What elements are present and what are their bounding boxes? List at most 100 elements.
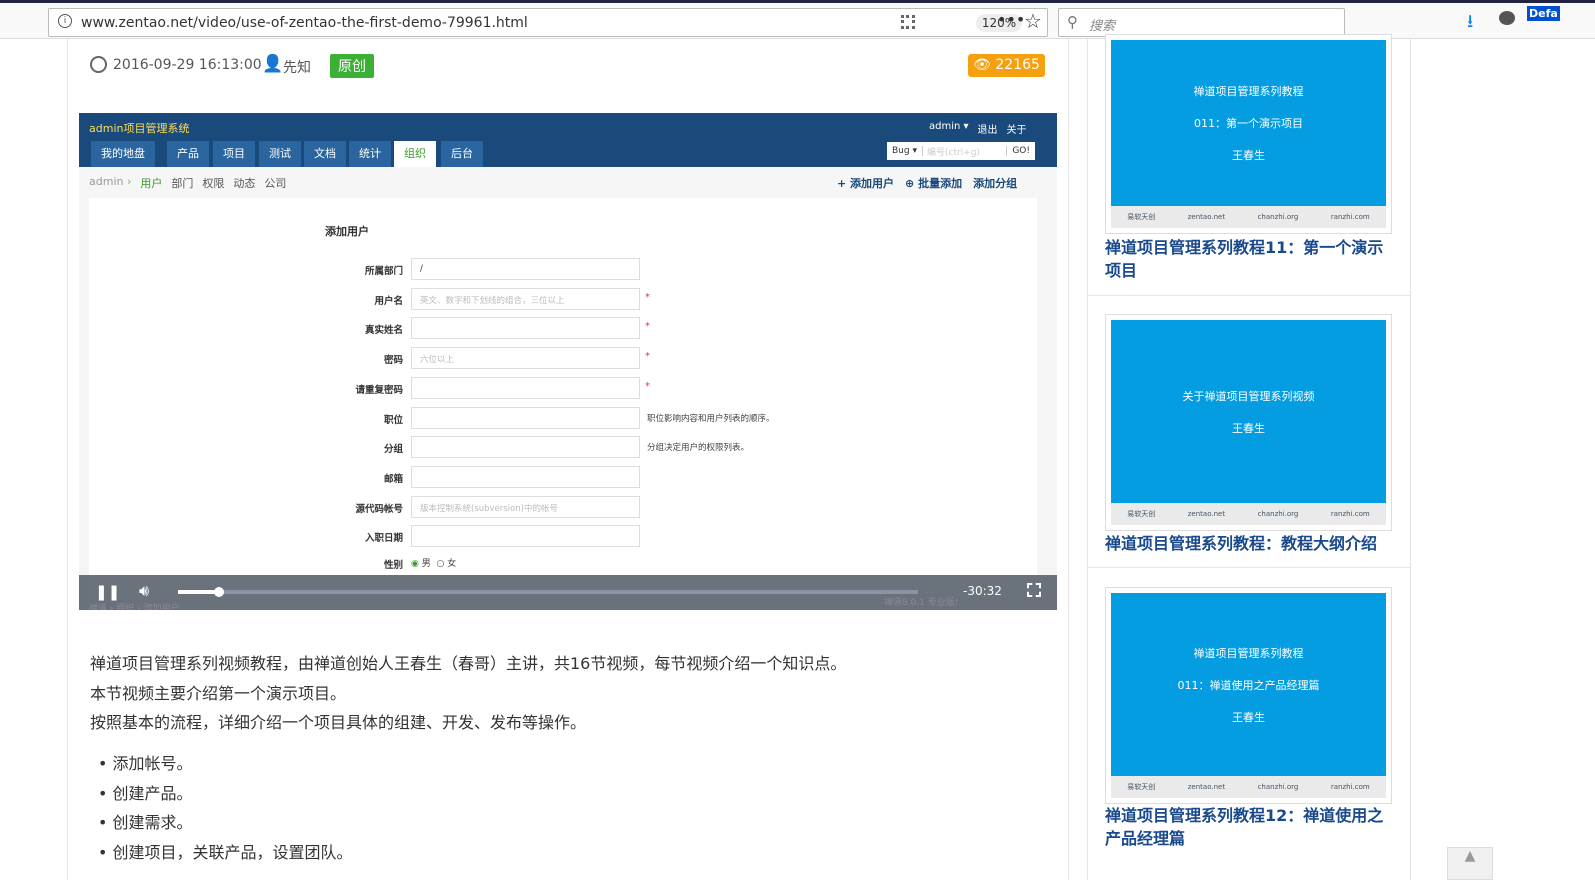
input-text: / bbox=[420, 264, 423, 274]
field-label: 源代码帐号 bbox=[355, 503, 403, 515]
radio-female-icon: ○ bbox=[436, 559, 445, 569]
zt-search-go: GO! bbox=[1006, 146, 1035, 156]
thumb-footer-logo: zentao.net bbox=[1187, 510, 1226, 518]
crumb-dynamic: 动态 bbox=[233, 177, 256, 190]
radio-male-icon: ◉ bbox=[411, 559, 419, 569]
crumb-users: 用户 bbox=[140, 177, 163, 190]
field-hint: 职位影响内容和用户列表的顺序。 bbox=[647, 413, 775, 424]
related-video-title[interactable]: 禅道项目管理系列教程：教程大纲介绍 bbox=[1105, 532, 1395, 555]
field-label: 真实姓名 bbox=[364, 325, 403, 337]
more-icon[interactable]: ••• bbox=[997, 10, 1025, 29]
thumb-footer-logo: ranzhi.com bbox=[1330, 510, 1370, 518]
input-text: 英文、数字和下划线的组合，三位以上 bbox=[420, 295, 565, 306]
thumb-text: 禅道项目管理系列教程 bbox=[1193, 85, 1304, 98]
list-item: • 创建需求。 bbox=[98, 813, 193, 832]
divider bbox=[1410, 39, 1411, 880]
chat-icon[interactable] bbox=[1499, 11, 1515, 25]
list-item: • 添加帐号。 bbox=[98, 754, 193, 773]
form-input: 六位以上 bbox=[411, 347, 640, 370]
fullscreen-icon[interactable] bbox=[1027, 583, 1041, 597]
field-label: 入职日期 bbox=[364, 533, 403, 545]
field-label: 用户名 bbox=[374, 295, 403, 307]
video-thumbnail[interactable]: 关于禅道项目管理系列视频 王春生易软天创 zentao.net chanzhi.org… bbox=[1105, 314, 1392, 531]
thumb-footer-logo: chanzhi.org bbox=[1257, 510, 1299, 518]
zt-search: Bug ▾ 编号(ctrl+g) GO! bbox=[887, 142, 1035, 160]
divider bbox=[67, 39, 68, 880]
form-input: / bbox=[411, 258, 640, 280]
article-paragraph: 禅道项目管理系列视频教程，由禅道创始人王春生（春哥）主讲，共16节视频，每节视频… bbox=[90, 654, 847, 673]
progress-handle[interactable] bbox=[213, 587, 224, 597]
form-input: 英文、数字和下划线的组合，三位以上 bbox=[411, 287, 640, 310]
zt-tab-product: 产品 bbox=[167, 141, 210, 167]
thumb-text: 王春生 bbox=[1232, 421, 1265, 435]
field-label: 请重复密码 bbox=[355, 384, 403, 396]
zt-search-type: Bug ▾ bbox=[887, 146, 923, 156]
thumb-footer-logo: 易软天创 bbox=[1127, 510, 1156, 518]
thumb-text: 王春生 bbox=[1232, 149, 1265, 162]
article-paragraph: 本节视频主要介绍第一个演示项目。 bbox=[90, 684, 347, 703]
field-label: 密码 bbox=[383, 355, 403, 367]
search-placeholder: 搜索 bbox=[1089, 19, 1116, 34]
input-text: 六位以上 bbox=[420, 355, 455, 366]
user-icon: 👤 bbox=[262, 54, 284, 74]
thumb-footer-logo: 易软天创 bbox=[1127, 783, 1156, 791]
video-player[interactable]: admin项目管理系统 admin ▾ 退出 关于 我的地盘 产品 项目 测试 文档… bbox=[79, 113, 1057, 610]
qr-code-icon[interactable] bbox=[901, 15, 915, 29]
video-thumbnail[interactable]: 禅道项目管理系列教程 011：禅道使用之产品经理篇 王春生易软天创 zentao.ne… bbox=[1105, 587, 1392, 804]
gender-radios: ◉ 男 ○ 女 bbox=[411, 556, 456, 569]
crumb-admin: admin › bbox=[89, 175, 132, 188]
related-video-title[interactable]: 禅道项目管理系列教程12：禅道使用之产品经理篇 bbox=[1105, 804, 1395, 850]
crumb-priv: 权限 bbox=[202, 177, 225, 190]
zt-tab-project: 项目 bbox=[213, 141, 256, 167]
thumb-text: 王春生 bbox=[1232, 710, 1265, 724]
user-menu: admin ▾ 退出 关于 bbox=[929, 121, 1027, 136]
progress-bar[interactable] bbox=[178, 587, 918, 597]
pause-icon[interactable]: ❚❚ bbox=[95, 583, 120, 601]
crumb-dept: 部门 bbox=[171, 177, 194, 190]
zt-search-placeholder: 编号(ctrl+g) bbox=[926, 147, 980, 158]
profile-badge[interactable]: Defa bbox=[1527, 6, 1560, 21]
divider bbox=[1087, 39, 1088, 880]
user-menu-admin: admin ▾ bbox=[929, 121, 969, 132]
thumb-footer-logo: chanzhi.org bbox=[1257, 213, 1299, 221]
thumb-footer-logo: 易软天创 bbox=[1127, 213, 1156, 221]
browser-search[interactable]: ⚲ 搜索 bbox=[1058, 8, 1345, 37]
thumb-footer-logo: zentao.net bbox=[1187, 213, 1226, 221]
url-text[interactable]: www.zentao.net/video/use-of-zentao-the-f… bbox=[81, 15, 528, 31]
scroll-to-top-button[interactable]: ▲ bbox=[1447, 847, 1493, 880]
zt-footer-crumb: 禅道 › 组织 › 添加用户 bbox=[89, 604, 180, 610]
clock-icon bbox=[90, 56, 107, 77]
zt-footer-version: 禅道8.0.1 专业版! bbox=[884, 598, 959, 608]
related-video-title[interactable]: 禅道项目管理系列教程11：第一个演示项目 bbox=[1105, 236, 1395, 282]
divider bbox=[1068, 39, 1069, 880]
eye-icon: 👁 bbox=[973, 57, 991, 73]
thumb-text: 禅道项目管理系列教程 bbox=[1193, 646, 1304, 660]
form-input bbox=[411, 525, 640, 548]
thumb-footer-logo: ranzhi.com bbox=[1330, 213, 1370, 221]
zentao-header: admin项目管理系统 admin ▾ 退出 关于 我的地盘 产品 项目 测试 文档… bbox=[79, 113, 1057, 167]
video-thumbnail[interactable]: 禅道项目管理系列教程 011：第一个演示项目 王春生易软天创 zentao.net ch… bbox=[1105, 34, 1392, 234]
thumb-text: 关于禅道项目管理系列视频 bbox=[1182, 389, 1315, 403]
zt-tab-org: 组织 bbox=[394, 141, 437, 167]
search-icon: ⚲ bbox=[1067, 13, 1078, 31]
add-user-action: + 添加用户 bbox=[837, 177, 895, 190]
address-bar[interactable]: i www.zentao.net/video/use-of-zentao-the… bbox=[48, 8, 1048, 37]
crumb-company: 公司 bbox=[264, 177, 287, 190]
app-title: admin项目管理系统 bbox=[89, 122, 190, 135]
volume-icon[interactable]: 🔊︎ bbox=[139, 581, 149, 601]
thumb-text: 011：禅道使用之产品经理篇 bbox=[1177, 678, 1320, 692]
form-input bbox=[411, 436, 640, 459]
article-paragraph: 按照基本的流程，详细介绍一个项目具体的组建、开发、发布等操作。 bbox=[90, 713, 587, 732]
thumb-text: 011：第一个演示项目 bbox=[1194, 117, 1303, 130]
zt-tab-stats: 统计 bbox=[349, 141, 392, 167]
form-input bbox=[411, 317, 640, 340]
download-icon[interactable]: ⭳ bbox=[1467, 9, 1473, 39]
radio-male-label: 男 bbox=[421, 559, 431, 569]
bookmark-star-icon[interactable]: ☆ bbox=[1024, 9, 1042, 33]
thumb-footer-logo: zentao.net bbox=[1187, 783, 1226, 791]
form-title: 添加用户 bbox=[325, 225, 369, 238]
required-star-icon: * bbox=[645, 380, 650, 392]
original-badge: 原创 bbox=[330, 54, 374, 78]
form-input bbox=[411, 376, 640, 399]
info-icon[interactable]: i bbox=[58, 14, 72, 28]
